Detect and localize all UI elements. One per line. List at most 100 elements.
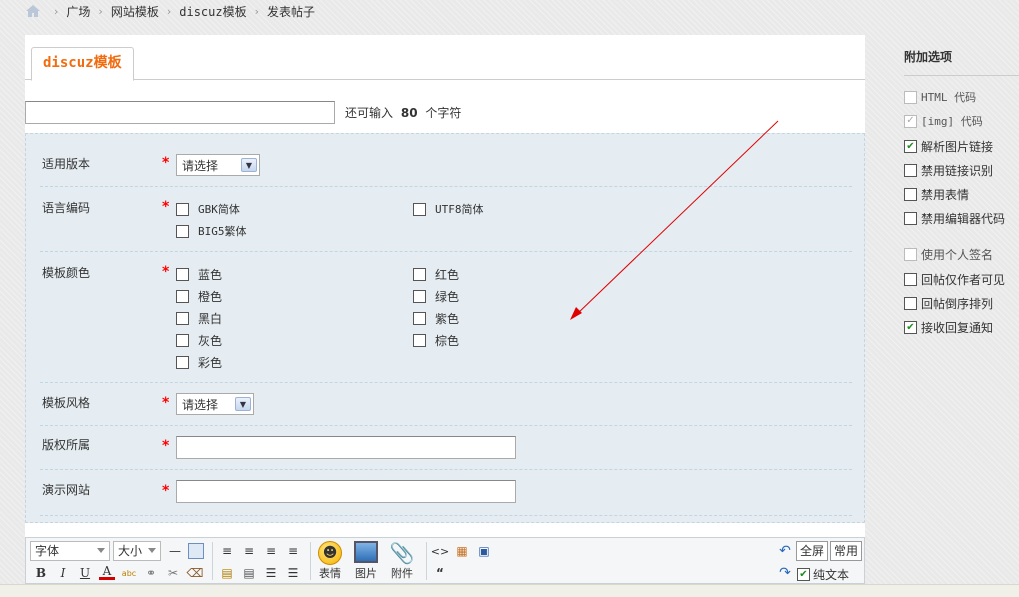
checkbox[interactable] — [904, 90, 917, 104]
color-option-purple[interactable]: 紫色 — [413, 310, 459, 327]
checkbox[interactable] — [176, 334, 189, 347]
breadcrumb-item-plaza[interactable]: 广场 — [66, 3, 90, 20]
title-row: 还可输入 80 个字符 — [25, 100, 461, 124]
checkbox[interactable] — [176, 202, 189, 216]
checkbox[interactable]: ✔ — [904, 140, 917, 153]
checkbox[interactable] — [413, 334, 426, 347]
color-option-blue[interactable]: 蓝色 — [176, 266, 222, 283]
align-justify-icon[interactable]: ≡ — [285, 543, 301, 559]
smiley-button[interactable]: ☻ 表情 — [316, 541, 344, 581]
annotation-arrow — [570, 120, 779, 320]
checkbox[interactable] — [904, 212, 917, 225]
image-button[interactable]: 图片 — [352, 541, 380, 581]
sidebar-title: 附加选项 — [904, 50, 953, 64]
color-option-red[interactable]: 红色 — [413, 266, 459, 283]
checkbox[interactable] — [904, 188, 917, 201]
unordered-list-icon[interactable]: ☰ — [285, 565, 301, 581]
checkbox[interactable] — [176, 290, 189, 303]
ordered-list-icon[interactable]: ☰ — [263, 565, 279, 581]
undo-icon[interactable]: ↶ — [777, 543, 793, 559]
checkbox[interactable] — [176, 268, 189, 281]
checkbox[interactable]: ✔ — [904, 321, 917, 334]
option-html-code[interactable]: HTML 代码 — [904, 89, 976, 105]
breadcrumb-separator: › — [166, 4, 172, 18]
checkbox[interactable] — [413, 202, 426, 216]
version-select[interactable]: 请选择 ▼ — [176, 154, 260, 176]
form-row-copyright: 版权所属 * — [40, 426, 852, 470]
color-option-brown[interactable]: 棕色 — [413, 332, 459, 349]
align-left-icon[interactable]: ≡ — [219, 543, 235, 559]
option-parse-image-links[interactable]: ✔ 解析图片链接 — [904, 138, 993, 155]
align-right-icon[interactable]: ≡ — [263, 543, 279, 559]
font-color-icon[interactable]: A — [99, 564, 115, 580]
option-img-code[interactable]: ✓ [img] 代码 — [904, 113, 983, 129]
required-mark: * — [162, 199, 170, 215]
horizontal-rule-icon[interactable]: — — [167, 543, 183, 559]
free-icon[interactable]: ▣ — [476, 543, 492, 559]
float-right-icon[interactable]: ▤ — [241, 565, 257, 581]
color-option-multi[interactable]: 彩色 — [176, 354, 222, 371]
checkbox[interactable]: ✔ — [797, 568, 810, 581]
clear-format-icon[interactable]: ⌫ — [187, 565, 204, 581]
title-input[interactable] — [25, 100, 335, 124]
font-size-select[interactable]: 大小 — [113, 541, 161, 561]
encoding-option-gbk[interactable]: GBK简体 — [176, 201, 240, 217]
encoding-option-utf8[interactable]: UTF8简体 — [413, 201, 484, 217]
common-button[interactable]: 常用 — [830, 541, 863, 561]
style-label: 模板风格 — [42, 396, 91, 410]
option-disable-editor-code[interactable]: 禁用编辑器代码 — [904, 210, 1005, 227]
required-mark: * — [162, 264, 170, 280]
table-icon[interactable] — [188, 543, 204, 559]
checkbox[interactable] — [904, 248, 917, 261]
option-use-signature[interactable]: 使用个人签名 — [904, 246, 993, 263]
version-select-value: 请选择 — [182, 158, 219, 173]
home-icon[interactable] — [26, 5, 40, 17]
fullscreen-button[interactable]: 全屏 — [796, 541, 829, 561]
font-select[interactable]: 字体 — [30, 541, 110, 561]
hint-suffix: 个字符 — [425, 105, 462, 120]
plaintext-toggle[interactable]: ✔ 纯文本 — [797, 566, 849, 583]
color-option-bw[interactable]: 黑白 — [176, 310, 222, 327]
style-select[interactable]: 请选择 ▼ — [176, 393, 254, 415]
encoding-option-big5[interactable]: BIG5繁体 — [176, 223, 247, 239]
copyright-input[interactable] — [176, 436, 516, 459]
checkbox[interactable] — [904, 297, 917, 310]
option-disable-smilies[interactable]: 禁用表情 — [904, 186, 969, 203]
checkbox[interactable]: ✓ — [904, 114, 917, 128]
checkbox[interactable] — [904, 164, 917, 177]
tab-discuz-template[interactable]: discuz模板 — [31, 47, 134, 81]
float-left-icon[interactable]: ▤ — [219, 565, 235, 581]
checkbox[interactable] — [413, 268, 426, 281]
redo-icon[interactable]: ↷ — [777, 565, 793, 581]
breadcrumb-item-discuz[interactable]: discuz模板 — [179, 3, 246, 20]
link-icon[interactable]: ⚭ — [143, 565, 159, 581]
bold-icon[interactable]: B — [33, 565, 49, 581]
checkbox[interactable] — [904, 273, 917, 286]
checkbox[interactable] — [413, 290, 426, 303]
checkbox[interactable] — [176, 312, 189, 325]
checkbox[interactable] — [176, 356, 189, 369]
version-label: 适用版本 — [42, 157, 91, 171]
checkbox[interactable] — [413, 312, 426, 325]
underline-icon[interactable]: U — [77, 565, 93, 581]
color-option-orange[interactable]: 橙色 — [176, 288, 222, 305]
quote-icon[interactable]: “ — [432, 565, 448, 581]
italic-icon[interactable]: I — [55, 565, 71, 581]
color-option-green[interactable]: 绿色 — [413, 288, 459, 305]
unlink-icon[interactable]: ✂ — [165, 565, 181, 581]
breadcrumb-item-templates[interactable]: 网站模板 — [111, 3, 159, 20]
option-reply-notify[interactable]: ✔ 接收回复通知 — [904, 319, 993, 336]
hint-prefix: 还可输入 — [345, 105, 394, 120]
divider — [310, 542, 311, 580]
hide-icon[interactable]: ▦ — [454, 543, 470, 559]
demo-site-input[interactable] — [176, 480, 516, 503]
color-option-gray[interactable]: 灰色 — [176, 332, 222, 349]
highlight-icon[interactable]: abc — [121, 565, 137, 581]
attachment-button[interactable]: 📎 附件 — [388, 541, 416, 581]
option-reply-reverse-order[interactable]: 回帖倒序排列 — [904, 295, 993, 312]
checkbox[interactable] — [176, 224, 189, 238]
option-disable-link-detect[interactable]: 禁用链接识别 — [904, 162, 993, 179]
code-icon[interactable]: <> — [431, 543, 449, 559]
option-reply-author-only[interactable]: 回帖仅作者可见 — [904, 271, 1005, 288]
align-center-icon[interactable]: ≡ — [241, 543, 257, 559]
